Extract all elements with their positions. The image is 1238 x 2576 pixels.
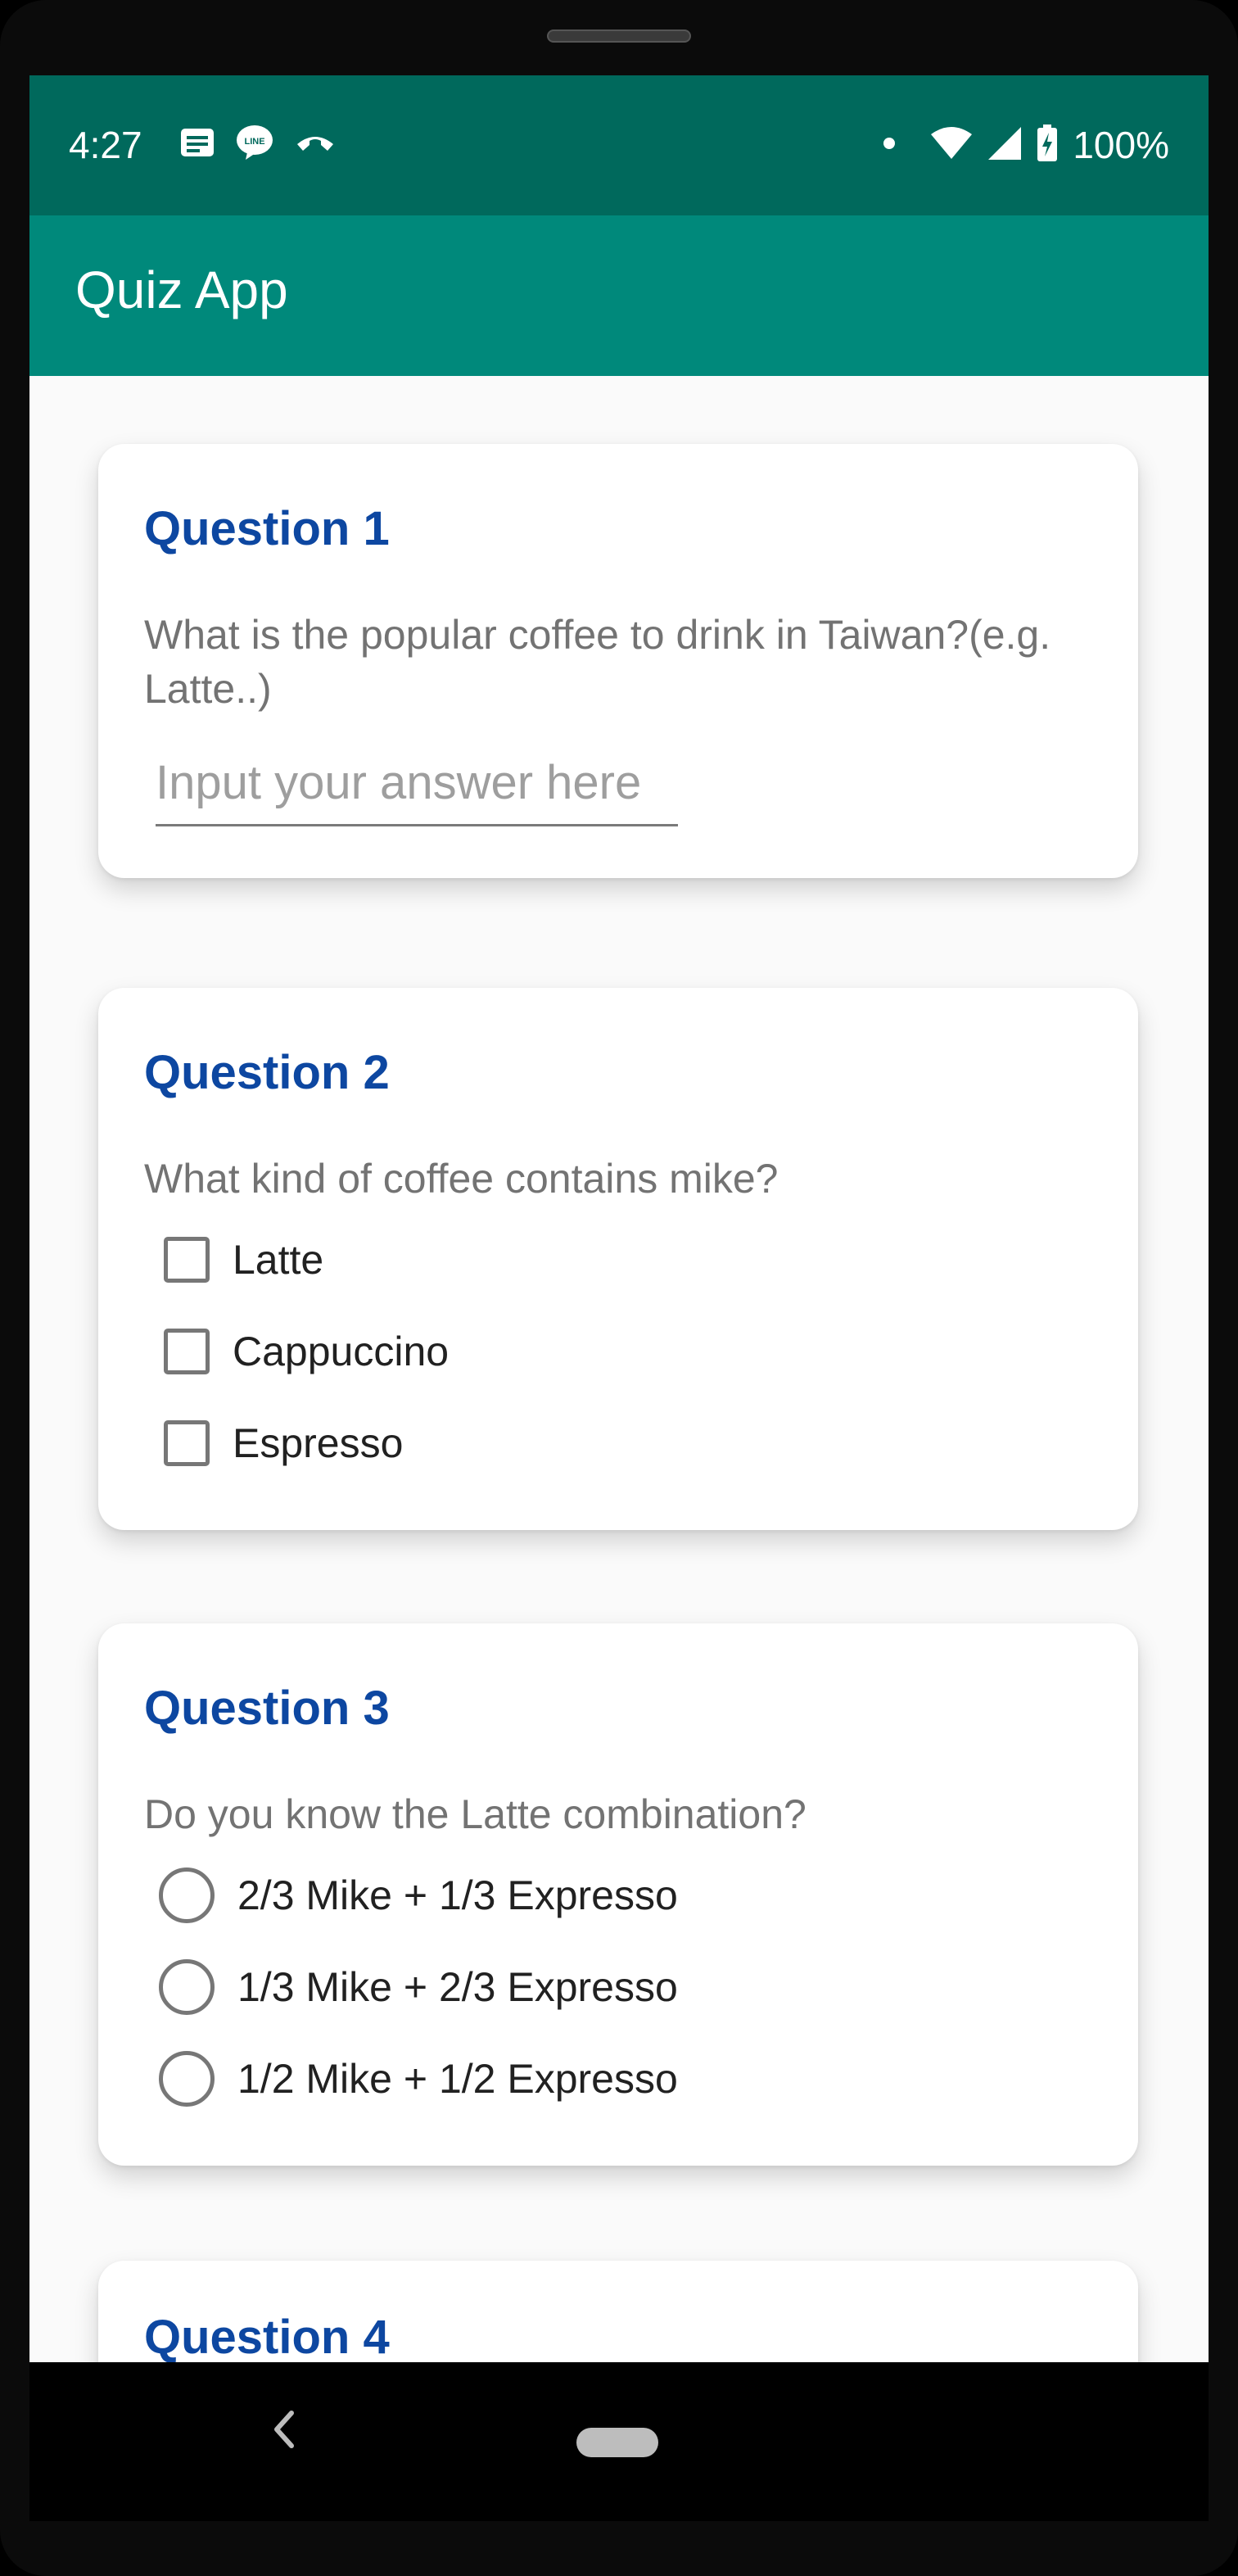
checkbox-option-espresso[interactable]: Espresso bbox=[157, 1409, 403, 1478]
speaker-grille bbox=[547, 29, 691, 43]
checkbox-icon[interactable] bbox=[164, 1237, 210, 1283]
checkbox-option-latte[interactable]: Latte bbox=[157, 1225, 323, 1294]
status-bar: 4:27 LINE 100% bbox=[29, 75, 1209, 215]
message-icon bbox=[180, 128, 215, 161]
question-card-1: Question 1 What is the popular coffee to… bbox=[98, 444, 1138, 878]
question-card-3: Question 3 Do you know the Latte combina… bbox=[98, 1623, 1138, 2166]
radio-button-icon[interactable] bbox=[159, 1867, 215, 1923]
checkbox-option-cappuccino[interactable]: Cappuccino bbox=[157, 1317, 449, 1386]
radio-button-icon[interactable] bbox=[159, 1959, 215, 2015]
battery-charging-icon bbox=[1037, 124, 1058, 166]
question-title: Question 2 bbox=[144, 1046, 390, 1099]
screen: 4:27 LINE 100% Quiz App Question 1 What … bbox=[29, 75, 1209, 2362]
phone-frame: 4:27 LINE 100% Quiz App Question 1 What … bbox=[0, 0, 1238, 2576]
line-icon: LINE bbox=[236, 124, 273, 165]
question-text: What is the popular coffee to drink in T… bbox=[144, 612, 1051, 712]
option-label: Cappuccino bbox=[233, 1329, 450, 1374]
answer-input[interactable] bbox=[156, 745, 678, 826]
checkbox-icon[interactable] bbox=[164, 1420, 210, 1466]
notification-icons: LINE bbox=[180, 124, 336, 165]
svg-text:LINE: LINE bbox=[244, 137, 264, 147]
option-label: Latte bbox=[233, 1237, 324, 1283]
option-label: 1/3 Mike + 2/3 Expresso bbox=[237, 1964, 678, 2010]
navigation-bar bbox=[29, 2362, 1209, 2521]
wifi-icon bbox=[930, 126, 973, 165]
back-icon[interactable] bbox=[267, 2405, 300, 2458]
radio-option-3[interactable]: 1/2 Mike + 1/2 Expresso bbox=[157, 2044, 678, 2113]
option-label: Espresso bbox=[233, 1420, 404, 1466]
app-title: Quiz App bbox=[75, 260, 288, 319]
radio-button-icon[interactable] bbox=[159, 2051, 215, 2107]
battery-percent: 100% bbox=[1073, 124, 1169, 166]
app-bar: Quiz App bbox=[29, 215, 1209, 376]
question-text: Do you know the Latte combination? bbox=[144, 1791, 807, 1837]
question-card-4: Question 4 bbox=[98, 2261, 1138, 2362]
notification-dot-icon bbox=[883, 137, 896, 154]
checkbox-icon[interactable] bbox=[164, 1329, 210, 1374]
question-title: Question 4 bbox=[144, 2311, 390, 2362]
home-pill-icon[interactable] bbox=[576, 2428, 658, 2457]
question-title: Question 3 bbox=[144, 1682, 390, 1735]
radio-option-1[interactable]: 2/3 Mike + 1/3 Expresso bbox=[157, 1861, 678, 1930]
question-title: Question 1 bbox=[144, 502, 390, 555]
status-right: 100% bbox=[883, 123, 1169, 167]
option-label: 1/2 Mike + 1/2 Expresso bbox=[237, 2056, 678, 2102]
radio-option-2[interactable]: 1/3 Mike + 2/3 Expresso bbox=[157, 1953, 678, 2021]
question-card-2: Question 2 What kind of coffee contains … bbox=[98, 988, 1138, 1530]
question-text: What kind of coffee contains mike? bbox=[144, 1156, 779, 1202]
phone-call-icon bbox=[295, 131, 336, 158]
signal-icon bbox=[987, 126, 1022, 165]
option-label: 2/3 Mike + 1/3 Expresso bbox=[237, 1872, 678, 1918]
status-time: 4:27 bbox=[69, 124, 142, 166]
